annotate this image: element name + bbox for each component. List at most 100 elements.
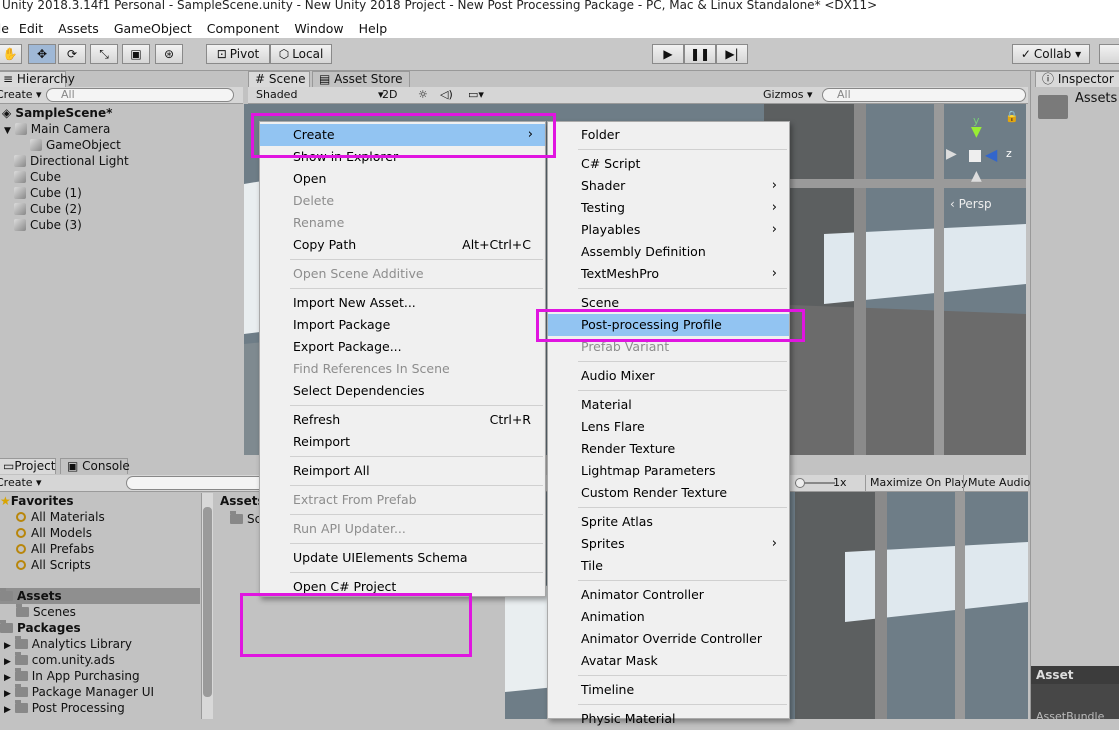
asset-folder[interactable]: Scenes (16, 604, 76, 620)
rect-tool-icon[interactable]: ▣ (122, 44, 150, 64)
transform-tool-icon[interactable]: ⊛ (155, 44, 183, 64)
project-tree-scrollbar[interactable] (201, 493, 213, 719)
step-button[interactable]: ▶| (716, 44, 748, 64)
submenu-item-testing[interactable]: Testing › (548, 197, 789, 219)
menu-assets[interactable]: Assets (58, 21, 99, 36)
menu-item-copy-path[interactable]: Copy Path Alt+Ctrl+C (260, 234, 545, 256)
project-create-button[interactable]: Create ▾ (0, 475, 42, 491)
hierarchy-item[interactable]: Cube (2) (14, 201, 82, 217)
favorite-item[interactable]: All Prefabs (16, 541, 94, 557)
scene-search-input[interactable]: All (822, 88, 1026, 102)
rotate-tool-icon[interactable]: ⟳ (58, 44, 86, 64)
submenu-item-folder[interactable]: Folder (548, 124, 789, 146)
menu-window[interactable]: Window (294, 21, 343, 36)
menu-help[interactable]: Help (359, 21, 388, 36)
package-item[interactable]: ▶ Package Manager UI (4, 684, 154, 700)
assets-header[interactable]: Assets (0, 588, 200, 604)
menu-item-update-uielements-schema[interactable]: Update UIElements Schema (260, 547, 545, 569)
persp-label[interactable]: ‹ Persp (950, 197, 992, 211)
submenu-item-playables[interactable]: Playables › (548, 219, 789, 241)
submenu-item-avatar-mask[interactable]: Avatar Mask (548, 650, 789, 672)
package-item[interactable]: ▶ In App Purchasing (4, 668, 140, 684)
menu-gameobject[interactable]: GameObject (114, 21, 192, 36)
submenu-item-animation[interactable]: Animation (548, 606, 789, 628)
mute-audio-toggle[interactable]: Mute Audio (963, 475, 1030, 491)
package-item[interactable]: ▶ Analytics Library (4, 636, 132, 652)
submenu-item-tile[interactable]: Tile (548, 555, 789, 577)
hierarchy-item[interactable]: Directional Light (14, 153, 129, 169)
gizmos-dropdown[interactable]: Gizmos ▾ (763, 87, 813, 103)
tab-inspector[interactable]: ⓘ Inspector (1035, 71, 1119, 87)
submenu-item-sprites[interactable]: Sprites › (548, 533, 789, 555)
favorites-header[interactable]: ★Favorites (0, 493, 73, 509)
submenu-item-animator-controller[interactable]: Animator Controller (548, 584, 789, 606)
hierarchy-item[interactable]: GameObject (30, 137, 121, 153)
pivot-button[interactable]: ⊡ Pivot (206, 44, 270, 64)
shading-dropdown[interactable]: Shaded (256, 87, 297, 103)
menu-item-open[interactable]: Open (260, 168, 545, 190)
tab-console[interactable]: ▣ Console (60, 458, 130, 474)
project-breadcrumb[interactable]: Assets (220, 493, 265, 509)
package-item[interactable]: ▶ com.unity.ads (4, 652, 115, 668)
menu-item-refresh[interactable]: Refresh Ctrl+R (260, 409, 545, 431)
pause-button[interactable]: ❚❚ (684, 44, 716, 64)
maximize-on-play-toggle[interactable]: Maximize On Play (865, 475, 968, 491)
hand-tool-icon[interactable]: ✋ (0, 44, 22, 64)
scene-gizmo[interactable]: y ▼ ◀ z ▶ ▲ (944, 114, 1024, 194)
package-item[interactable]: ▶ Post Processing (4, 700, 125, 716)
submenu-item-shader[interactable]: Shader › (548, 175, 789, 197)
collab-button[interactable]: ✓ Collab ▾ (1012, 44, 1090, 64)
lighting-icon[interactable]: ☼ (418, 87, 428, 103)
submenu-item-material[interactable]: Material (548, 394, 789, 416)
audio-icon[interactable]: ◁) (440, 87, 453, 103)
submenu-item-sprite-atlas[interactable]: Sprite Atlas (548, 511, 789, 533)
local-button[interactable]: ⬡ Local (270, 44, 332, 64)
submenu-item-lightmap-parameters[interactable]: Lightmap Parameters (548, 460, 789, 482)
mode-2d-button[interactable]: 2D (382, 87, 397, 103)
menu-component[interactable]: Component (207, 21, 280, 36)
project-search-input[interactable] (126, 476, 266, 490)
scrollbar-thumb[interactable] (203, 507, 212, 697)
submenu-item-animator-override-controller[interactable]: Animator Override Controller (548, 628, 789, 650)
submenu-item-physic-material[interactable]: Physic Material (548, 708, 789, 730)
submenu-item-audio-mixer[interactable]: Audio Mixer (548, 365, 789, 387)
play-button[interactable]: ▶ (652, 44, 684, 64)
move-tool-icon[interactable]: ✥ (28, 44, 56, 64)
menu-item-reimport[interactable]: Reimport (260, 431, 545, 453)
effects-icon[interactable]: ▭▾ (468, 87, 484, 103)
tab-hierarchy[interactable]: ≡ Hierarchy (0, 71, 75, 87)
favorite-item[interactable]: All Scripts (16, 557, 91, 573)
hierarchy-search-input[interactable]: All (46, 88, 234, 102)
scale-slider-handle[interactable] (795, 478, 805, 488)
submenu-item-textmeshpro[interactable]: TextMeshPro › (548, 263, 789, 285)
cloud-button[interactable] (1099, 44, 1119, 64)
hierarchy-item[interactable]: ▼ Main Camera (4, 121, 110, 137)
menu-item-reimport-all[interactable]: Reimport All (260, 460, 545, 482)
tab-scene[interactable]: # Scene (248, 71, 310, 87)
menu-edit[interactable]: Edit (19, 21, 43, 36)
hierarchy-item[interactable]: Cube (3) (14, 217, 82, 233)
submenu-item-assembly-definition[interactable]: Assembly Definition (548, 241, 789, 263)
tab-asset-store[interactable]: ▤ Asset Store (312, 71, 410, 87)
favorite-item[interactable]: All Models (16, 525, 92, 541)
submenu-item-lens-flare[interactable]: Lens Flare (548, 416, 789, 438)
content-folder[interactable]: Sc (230, 511, 261, 527)
scene-root[interactable]: ◈ SampleScene* (2, 105, 112, 121)
submenu-item-custom-render-texture[interactable]: Custom Render Texture (548, 482, 789, 504)
submenu-item-timeline[interactable]: Timeline (548, 679, 789, 701)
menu-file[interactable]: File (0, 21, 9, 36)
menu-item-select-dependencies[interactable]: Select Dependencies (260, 380, 545, 402)
favorite-item[interactable]: All Materials (16, 509, 105, 525)
hierarchy-item[interactable]: Cube (14, 169, 61, 185)
menu-item-import-new-asset[interactable]: Import New Asset... (260, 292, 545, 314)
tab-project[interactable]: ▭Project (0, 458, 56, 474)
hierarchy-item[interactable]: Cube (1) (14, 185, 82, 201)
menu-item-export-package[interactable]: Export Package... (260, 336, 545, 358)
menu-item-import-package[interactable]: Import Package (260, 314, 545, 336)
submenu-item-render-texture[interactable]: Render Texture (548, 438, 789, 460)
hierarchy-create-button[interactable]: Create ▾ (0, 87, 42, 103)
scale-tool-icon[interactable]: ⤡ (90, 44, 118, 64)
packages-header[interactable]: Packages (0, 620, 81, 636)
submenu-item-csharp-script[interactable]: C# Script (548, 153, 789, 175)
lock-icon[interactable]: 🔒 (1005, 110, 1019, 123)
